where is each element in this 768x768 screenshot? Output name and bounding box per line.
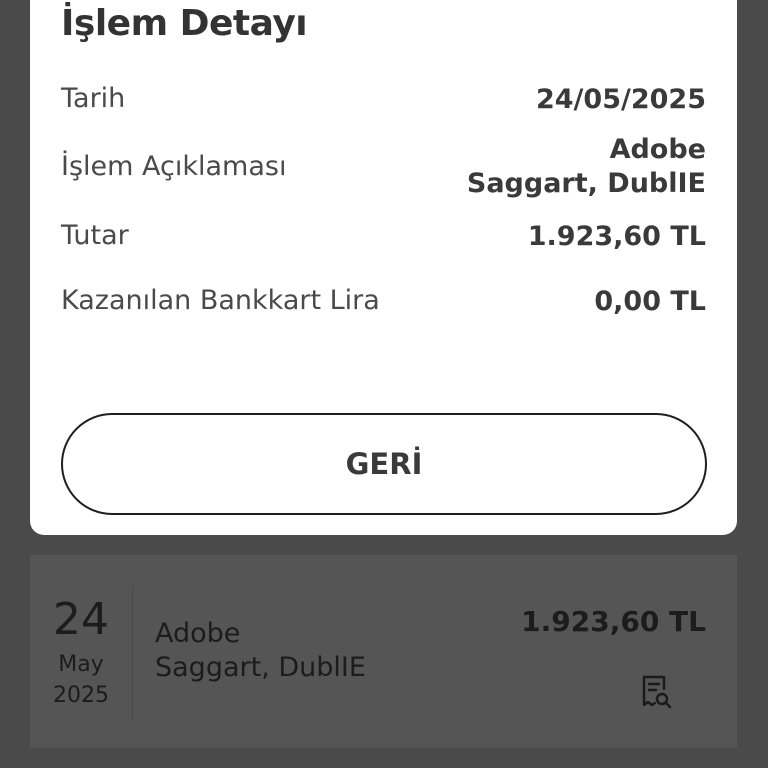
transaction-date: 24 May 2025 xyxy=(30,555,132,748)
date-divider xyxy=(132,585,133,720)
date-label: Tarih xyxy=(61,83,126,114)
transaction-detail-modal: İşlem Detayı Tarih 24/05/2025 İşlem Açık… xyxy=(30,0,737,535)
transaction-amount: 1.923,60 TL xyxy=(521,605,706,638)
transaction-day: 24 xyxy=(53,594,109,645)
transaction-desc-line1: Adobe xyxy=(155,618,241,649)
transaction-list-item[interactable]: 24 May 2025 Adobe Saggart, DublIE 1.923,… xyxy=(30,555,737,748)
description-value-line1: Adobe xyxy=(609,134,706,165)
date-value: 24/05/2025 xyxy=(535,84,706,115)
amount-value: 1.923,60 TL xyxy=(527,221,706,252)
transaction-description: Adobe Saggart, DublIE xyxy=(155,617,366,685)
back-button[interactable]: GERİ xyxy=(61,413,707,515)
transaction-desc-line2: Saggart, DublIE xyxy=(155,652,366,683)
description-value: Adobe Saggart, DublIE xyxy=(467,133,706,201)
receipt-search-icon[interactable] xyxy=(640,675,672,709)
earned-points-value: 0,00 TL xyxy=(594,286,706,317)
transaction-month: May xyxy=(58,652,104,677)
transaction-year: 2025 xyxy=(53,683,109,708)
modal-title: İşlem Detayı xyxy=(61,3,308,44)
amount-label: Tutar xyxy=(61,220,129,251)
earned-points-label: Kazanılan Bankkart Lira xyxy=(61,285,380,316)
description-value-line2: Saggart, DublIE xyxy=(466,168,706,199)
description-label: İşlem Açıklaması xyxy=(61,151,287,182)
